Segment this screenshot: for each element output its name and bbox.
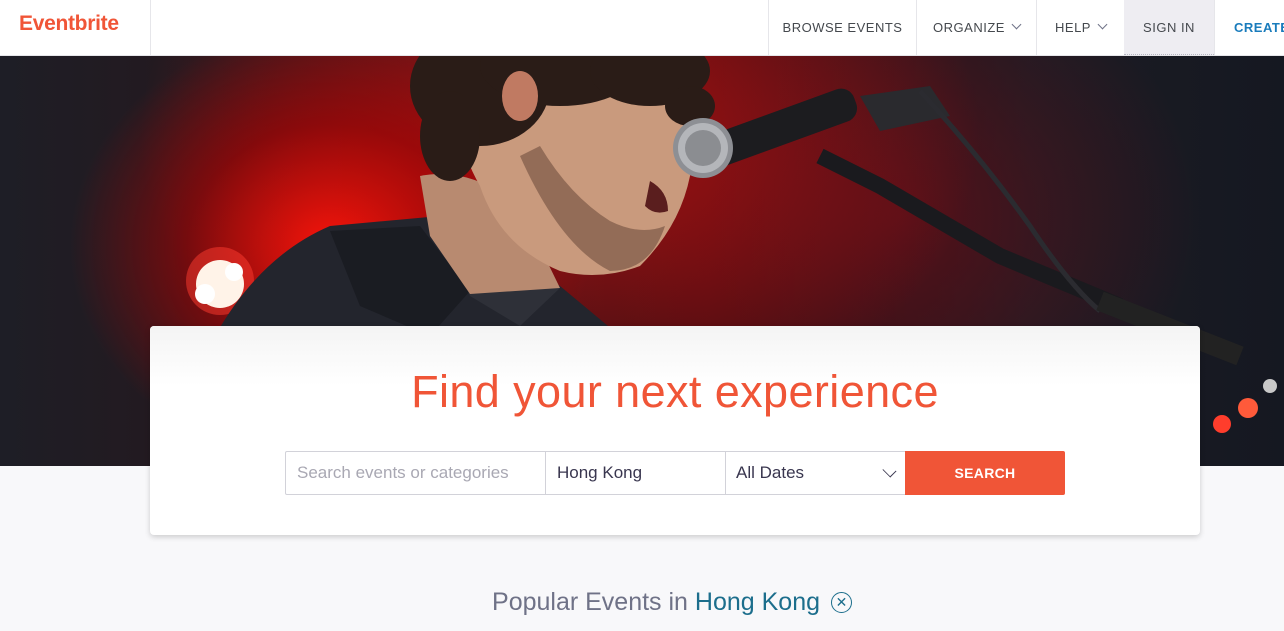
- circle-x-icon[interactable]: ✕: [830, 592, 852, 613]
- chevron-down-icon: [1097, 19, 1108, 30]
- nav-sign-in[interactable]: SIGN IN: [1124, 0, 1214, 55]
- nav-organize-label: ORGANIZE: [933, 20, 1005, 35]
- nav-create-event[interactable]: CREATE: [1214, 0, 1284, 55]
- chevron-down-icon: [882, 463, 897, 478]
- date-select-value: All Dates: [736, 463, 805, 482]
- search-button[interactable]: SEARCH: [905, 451, 1065, 495]
- nav-organize[interactable]: ORGANIZE: [916, 0, 1036, 55]
- nav-create-label: CREATE: [1234, 20, 1284, 35]
- nav-sign-in-label: SIGN IN: [1143, 20, 1195, 35]
- date-select[interactable]: All Dates: [725, 451, 906, 495]
- search-card: Find your next experience All Dates SEAR…: [150, 326, 1200, 535]
- microphone: [673, 86, 1244, 366]
- popular-city-link[interactable]: Hong Kong: [695, 588, 820, 616]
- eventbrite-logo[interactable]: Eventbrite: [19, 12, 119, 36]
- nav-browse-events[interactable]: BROWSE EVENTS: [768, 0, 916, 55]
- nav-browse-events-label: BROWSE EVENTS: [782, 20, 903, 35]
- popular-events-heading: Popular Events in Hong Kong ✕: [0, 588, 1284, 617]
- chevron-down-icon: [1011, 19, 1022, 30]
- search-input[interactable]: [285, 451, 546, 495]
- logo-cell: Eventbrite: [0, 0, 151, 55]
- top-nav-bar: Eventbrite BROWSE EVENTS ORGANIZE HELP S…: [0, 0, 1284, 56]
- popular-events-prefix: Popular Events in: [492, 588, 688, 616]
- location-input[interactable]: [545, 451, 726, 495]
- search-headline: Find your next experience: [411, 366, 939, 417]
- nav-help[interactable]: HELP: [1036, 0, 1124, 55]
- nav-help-label: HELP: [1055, 20, 1091, 35]
